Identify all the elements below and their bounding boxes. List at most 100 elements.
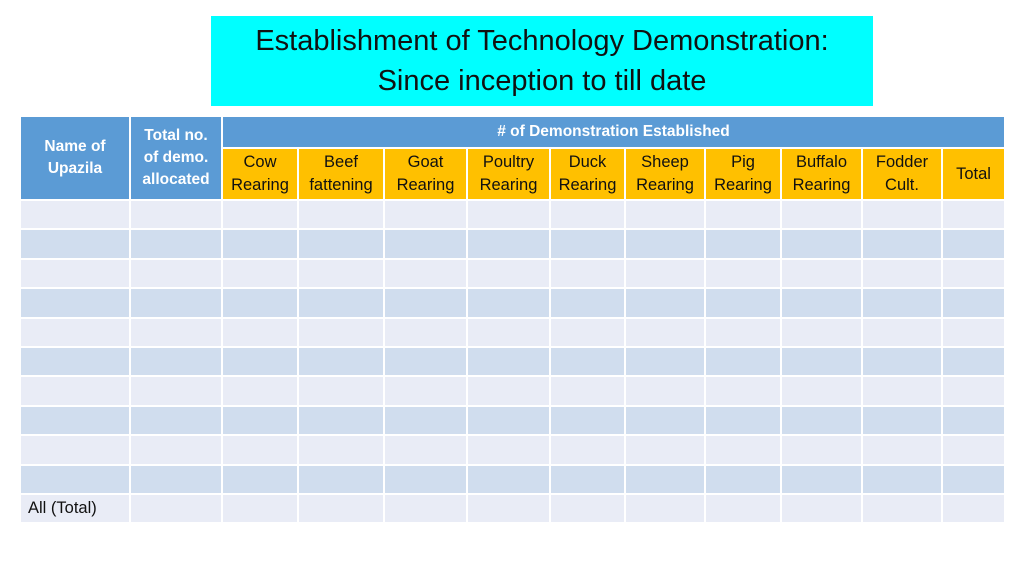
table-cell[interactable] [19,257,131,290]
table-cell[interactable] [704,257,782,290]
table-cell[interactable] [549,257,626,290]
table-cell[interactable] [549,198,626,231]
table-cell[interactable] [549,287,626,319]
table-cell[interactable] [704,345,782,378]
table-cell[interactable] [129,257,223,290]
table-cell[interactable] [624,404,706,437]
table-cell[interactable] [624,228,706,260]
table-cell[interactable] [19,404,131,437]
table-cell[interactable] [297,257,385,290]
table-cell[interactable] [624,434,706,466]
table-cell[interactable] [19,228,131,260]
table-cell[interactable] [861,345,943,378]
table-cell[interactable] [940,316,1007,348]
table-cell[interactable] [297,287,385,319]
table-cell[interactable] [19,287,131,319]
table-cell[interactable] [383,257,468,290]
table-cell[interactable] [383,316,468,348]
table-cell[interactable] [383,434,468,466]
table-cell[interactable] [19,375,131,407]
table-cell[interactable] [466,463,551,495]
table-cell[interactable] [466,434,551,466]
table-cell[interactable] [297,316,385,348]
table-cell[interactable] [549,404,626,437]
total-cell[interactable] [129,492,223,525]
table-cell[interactable] [861,375,943,407]
table-cell[interactable] [780,198,863,231]
table-cell[interactable] [704,287,782,319]
table-cell[interactable] [466,316,551,348]
table-cell[interactable] [383,463,468,495]
table-cell[interactable] [19,345,131,378]
table-cell[interactable] [297,434,385,466]
table-cell[interactable] [129,228,223,260]
table-cell[interactable] [780,316,863,348]
table-cell[interactable] [383,198,468,231]
table-cell[interactable] [549,463,626,495]
table-cell[interactable] [704,375,782,407]
total-cell[interactable] [704,492,782,525]
table-cell[interactable] [704,404,782,437]
table-cell[interactable] [861,434,943,466]
table-cell[interactable] [221,345,299,378]
table-cell[interactable] [940,434,1007,466]
table-cell[interactable] [466,257,551,290]
table-cell[interactable] [383,375,468,407]
table-cell[interactable] [624,345,706,378]
table-cell[interactable] [780,345,863,378]
table-cell[interactable] [549,345,626,378]
table-cell[interactable] [940,228,1007,260]
table-cell[interactable] [549,228,626,260]
table-cell[interactable] [221,257,299,290]
table-cell[interactable] [861,463,943,495]
table-cell[interactable] [704,198,782,231]
total-cell[interactable] [383,492,468,525]
table-cell[interactable] [129,404,223,437]
table-cell[interactable] [297,345,385,378]
table-cell[interactable] [383,287,468,319]
table-cell[interactable] [19,463,131,495]
total-cell[interactable] [780,492,863,525]
table-cell[interactable] [940,463,1007,495]
table-cell[interactable] [129,316,223,348]
table-cell[interactable] [549,434,626,466]
table-cell[interactable] [221,228,299,260]
table-cell[interactable] [129,375,223,407]
table-cell[interactable] [861,198,943,231]
table-cell[interactable] [624,198,706,231]
table-cell[interactable] [940,287,1007,319]
table-cell[interactable] [704,316,782,348]
table-cell[interactable] [221,287,299,319]
table-cell[interactable] [297,198,385,231]
table-cell[interactable] [624,316,706,348]
table-cell[interactable] [466,404,551,437]
total-cell[interactable] [297,492,385,525]
total-cell[interactable] [940,492,1007,525]
table-cell[interactable] [221,463,299,495]
table-cell[interactable] [780,375,863,407]
table-cell[interactable] [466,345,551,378]
table-cell[interactable] [624,287,706,319]
table-cell[interactable] [940,345,1007,378]
table-cell[interactable] [861,404,943,437]
table-cell[interactable] [861,228,943,260]
table-cell[interactable] [780,257,863,290]
table-cell[interactable] [383,228,468,260]
total-cell[interactable] [221,492,299,525]
table-cell[interactable] [221,434,299,466]
table-cell[interactable] [221,404,299,437]
table-cell[interactable] [780,228,863,260]
total-cell[interactable] [624,492,706,525]
table-cell[interactable] [704,434,782,466]
table-cell[interactable] [940,404,1007,437]
table-cell[interactable] [940,375,1007,407]
table-cell[interactable] [466,198,551,231]
table-cell[interactable] [297,404,385,437]
table-cell[interactable] [624,463,706,495]
table-cell[interactable] [549,375,626,407]
table-cell[interactable] [19,198,131,231]
table-cell[interactable] [19,316,131,348]
table-cell[interactable] [780,287,863,319]
table-cell[interactable] [780,463,863,495]
table-cell[interactable] [129,345,223,378]
